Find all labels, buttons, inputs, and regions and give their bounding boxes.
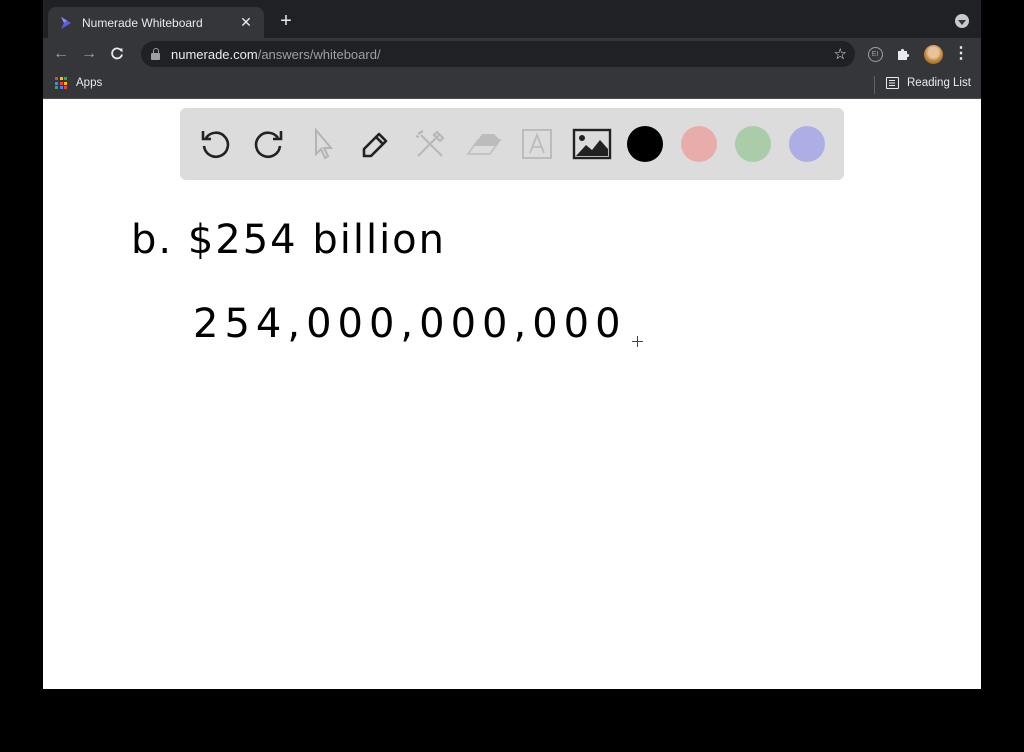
wrench-hammer-icon	[415, 130, 445, 157]
arrow-right-icon: →	[81, 45, 97, 62]
text-tool-button[interactable]	[516, 123, 558, 165]
reload-button[interactable]	[103, 40, 131, 68]
avatar	[923, 44, 943, 64]
undo-icon	[201, 131, 230, 159]
reading-list-button[interactable]: Reading List	[886, 77, 971, 89]
eraser-icon	[466, 134, 502, 155]
lock-icon	[151, 48, 161, 60]
color-swatch-purple[interactable]	[789, 126, 825, 162]
apps-bookmark[interactable]: Apps	[55, 77, 102, 89]
select-tool-button[interactable]	[302, 123, 344, 165]
apps-label: Apps	[76, 77, 103, 89]
numerade-logo-icon	[58, 15, 74, 31]
whiteboard-canvas[interactable]: b. $254 billion 254,000,000,000	[43, 99, 981, 689]
pencil-icon	[362, 132, 388, 158]
address-bar[interactable]: numerade.com/answers/whiteboard/ ☆	[141, 41, 855, 67]
back-button[interactable]: ←	[47, 40, 75, 68]
shapes-tool-button[interactable]	[409, 123, 451, 165]
whiteboard-toolbar	[180, 108, 844, 180]
color-swatch-green[interactable]	[735, 126, 771, 162]
tab-title: Numerade Whiteboard	[82, 15, 203, 30]
tab-search-icon[interactable]	[955, 14, 969, 28]
color-swatch-black[interactable]	[627, 126, 663, 162]
bookmark-star-icon[interactable]: ☆	[834, 45, 847, 63]
apps-grid-icon	[55, 77, 67, 89]
image-icon	[572, 128, 612, 160]
url-text: numerade.com/answers/whiteboard/	[171, 46, 381, 62]
new-tab-button[interactable]: +	[275, 11, 297, 31]
extension-button[interactable]: EI	[863, 38, 887, 70]
bookmarks-bar: Apps Reading List	[43, 70, 981, 99]
color-swatch-pink[interactable]	[681, 126, 717, 162]
forward-button[interactable]: →	[75, 40, 103, 68]
cursor-icon	[315, 127, 334, 160]
browser-menu-button[interactable]: ⋮	[949, 38, 973, 70]
active-tab[interactable]: Numerade Whiteboard ✕	[48, 7, 264, 38]
tab-strip: Numerade Whiteboard ✕ +	[43, 0, 981, 38]
profile-button[interactable]	[921, 38, 945, 70]
text-icon	[522, 129, 552, 159]
handwritten-line-1: b. $254 billion	[131, 217, 446, 263]
extensions-button[interactable]	[891, 38, 915, 70]
reading-list-icon	[886, 77, 899, 89]
puzzle-icon	[898, 48, 910, 60]
redo-icon	[254, 131, 283, 159]
crosshair-cursor-icon	[632, 336, 643, 347]
close-icon[interactable]: ✕	[238, 14, 254, 31]
reading-list-label: Reading List	[907, 77, 971, 89]
undo-button[interactable]	[194, 123, 236, 165]
pen-tool-button[interactable]	[355, 123, 397, 165]
eraser-tool-button[interactable]	[463, 123, 505, 165]
extension-ei-icon: EI	[867, 46, 883, 62]
arrow-left-icon: ←	[53, 45, 69, 62]
bookmarks-divider	[874, 76, 875, 94]
handwritten-line-2: 254,000,000,000	[193, 301, 627, 347]
more-vert-icon: ⋮	[953, 45, 969, 62]
redo-button[interactable]	[248, 123, 290, 165]
browser-toolbar: ← → numerade.com/answers/whiteboard/ ☆ E…	[43, 38, 981, 70]
browser-window: Numerade Whiteboard ✕ + ← → numerade.com…	[43, 0, 981, 689]
reload-icon	[111, 47, 123, 60]
image-tool-button[interactable]	[571, 123, 613, 165]
